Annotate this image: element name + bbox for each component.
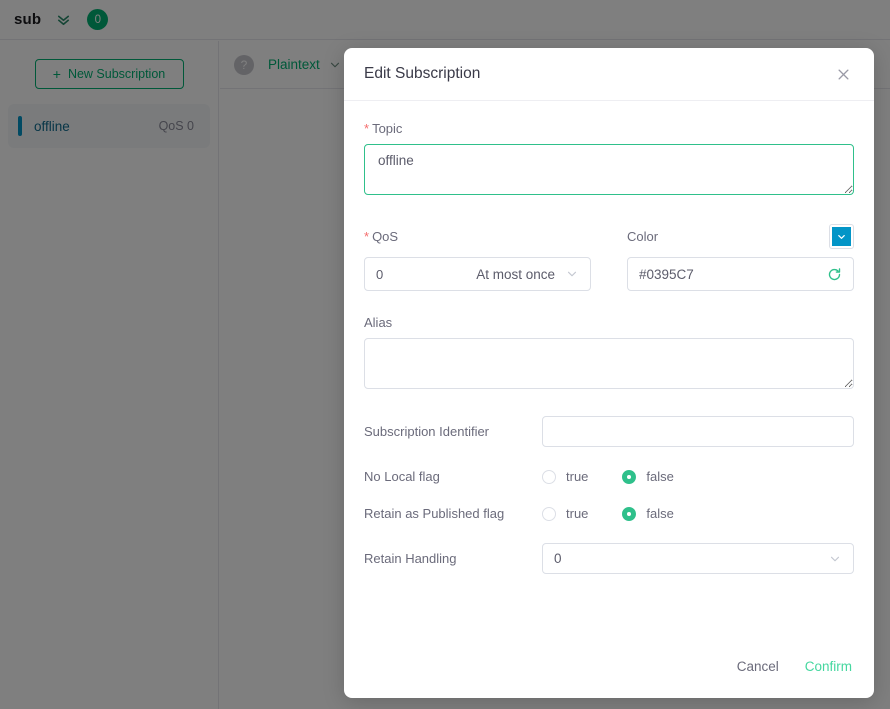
topic-input[interactable] — [364, 144, 854, 195]
cancel-button[interactable]: Cancel — [737, 659, 779, 674]
dialog-body: *Topic *QoS 0 At most once — [344, 101, 874, 641]
retain-as-published-flag-row: Retain as Published flag true false — [364, 506, 854, 521]
retain-as-published-flag-label: Retain as Published flag — [364, 506, 505, 521]
app-root: sub 0 + New Subscription offline QoS 0 ?… — [0, 0, 890, 709]
confirm-button[interactable]: Confirm — [805, 659, 852, 674]
retain-handling-value: 0 — [554, 551, 562, 566]
radio-dot-selected — [622, 506, 637, 521]
color-hex-field[interactable]: #0395C7 — [627, 257, 854, 291]
no-local-flag-row: No Local flag true false — [364, 469, 854, 484]
chevron-down-icon — [565, 267, 579, 281]
required-asterisk: * — [364, 228, 370, 244]
radio-label: true — [566, 506, 589, 521]
qos-color-row: * QoS 0 At most once Color #0395C7 — [364, 223, 854, 291]
no-local-flag-label: No Local flag — [364, 469, 440, 484]
retain-as-published-false-radio[interactable]: false — [622, 506, 674, 521]
qos-value-text: At most once — [476, 266, 555, 282]
refresh-icon[interactable] — [827, 267, 842, 282]
subscription-identifier-row: Subscription Identifier — [364, 416, 854, 447]
radio-dot — [542, 506, 556, 521]
radio-dot — [542, 469, 556, 484]
qos-label-text: QoS — [372, 228, 399, 244]
retain-as-published-true-radio[interactable]: true — [542, 506, 588, 521]
no-local-flag-radio-group: true false — [542, 469, 708, 484]
dialog-title: Edit Subscription — [364, 65, 481, 82]
required-asterisk: * — [364, 121, 370, 136]
qos-select[interactable]: 0 At most once — [364, 257, 591, 291]
radio-label: false — [646, 469, 674, 484]
topic-label-text: Topic — [372, 121, 403, 136]
close-icon[interactable] — [832, 63, 854, 85]
alias-label: Alias — [364, 315, 393, 330]
dialog-footer: Cancel Confirm — [344, 641, 874, 698]
qos-label: * QoS — [364, 229, 591, 244]
no-local-flag-false-radio[interactable]: false — [622, 469, 674, 484]
qos-label-row: * QoS — [364, 223, 591, 249]
color-swatch-picker[interactable] — [829, 223, 854, 249]
retain-handling-label: Retain Handling — [364, 551, 457, 566]
qos-value: 0 — [376, 266, 384, 282]
topic-label: * Topic — [364, 121, 854, 136]
edit-subscription-dialog: Edit Subscription *Topic *QoS — [344, 48, 874, 698]
chevron-down-icon — [828, 552, 842, 566]
subscription-identifier-label: Subscription Identifier — [364, 424, 490, 439]
radio-label: false — [646, 506, 674, 521]
qos-column: * QoS 0 At most once — [364, 223, 591, 291]
retain-as-published-radio-group: true false — [542, 506, 708, 521]
color-hex-value: #0395C7 — [639, 266, 694, 282]
color-swatch — [832, 226, 851, 246]
alias-input[interactable] — [364, 338, 854, 389]
subscription-identifier-input[interactable] — [542, 416, 854, 447]
no-local-flag-true-radio[interactable]: true — [542, 469, 588, 484]
radio-label: true — [566, 469, 589, 484]
radio-dot-selected — [622, 469, 637, 484]
retain-handling-row: Retain Handling 0 — [364, 543, 854, 574]
color-label-row: Color — [627, 223, 854, 249]
retain-handling-select[interactable]: 0 — [542, 543, 854, 574]
color-label: Color — [627, 228, 659, 244]
dialog-header: Edit Subscription — [344, 48, 874, 101]
color-column: Color #0395C7 — [627, 223, 854, 291]
